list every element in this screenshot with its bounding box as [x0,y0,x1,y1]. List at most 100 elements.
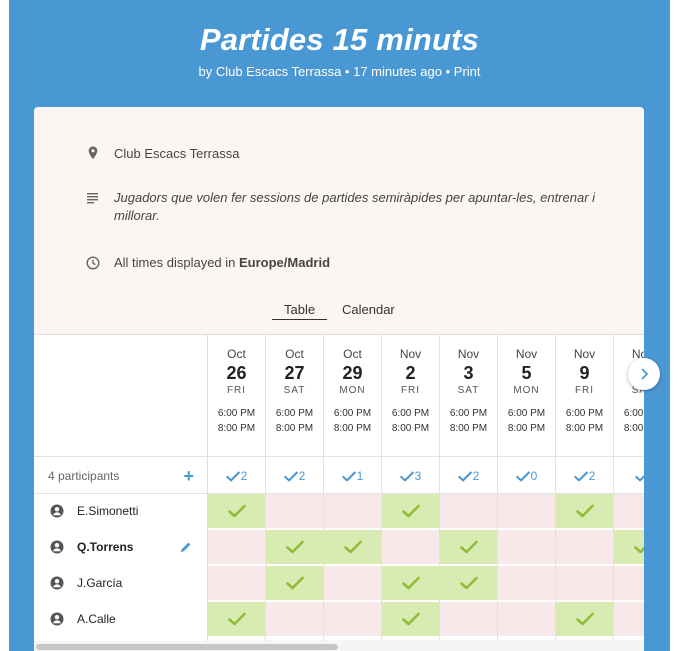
vote-count-value: 0 [530,469,538,483]
date-weekday: MON [513,385,540,396]
location-text: Club Escacs Terrassa [114,146,240,161]
vote-cell-no[interactable] [614,494,644,529]
check-icon [573,471,588,482]
time-range: 6:00 PM 8:00 PM [208,406,265,436]
vote-cell-no[interactable] [556,530,613,565]
start-time: 6:00 PM [507,408,546,419]
vote-cell-yes[interactable] [614,530,644,565]
tab-table[interactable]: Table [272,302,328,320]
vote-cell-yes[interactable] [556,494,613,529]
check-icon [576,504,594,518]
vote-cell-no[interactable] [614,566,644,601]
text-lines-icon [87,193,98,204]
date-month: Nov [457,347,480,361]
pencil-icon[interactable] [180,541,192,553]
vote-cell-yes[interactable] [382,566,439,601]
participant-name: A.Calle [77,612,116,626]
check-icon [634,546,644,554]
user-circle-icon [50,576,64,590]
start-time: 6:00 PM [217,408,256,419]
vote-cell-yes[interactable] [266,530,323,565]
vote-cell-yes[interactable] [556,602,613,637]
end-time: 8:00 PM [623,423,644,434]
end-time: 8:00 PM [217,423,256,434]
date-day: 9 [579,363,590,383]
date-option-column: Oct 27 SAT 6:00 PM 8:00 PM 2 [266,335,324,641]
next-dates-button[interactable] [628,358,660,390]
vote-cell-yes[interactable] [440,566,497,601]
vote-cell-no[interactable] [382,530,439,565]
tab-calendar[interactable]: Calendar [342,302,395,317]
check-icon [576,612,594,626]
participant-row: E.Simonetti [34,494,208,530]
map-pin-icon [88,146,98,160]
vote-cell-no[interactable] [208,566,265,601]
vote-cell-no[interactable] [266,494,323,529]
vote-cell-no[interactable] [324,602,381,637]
byline-separator: • [442,64,454,79]
vote-cell-no[interactable] [498,566,555,601]
date-option-column: Oct 26 FRI 6:00 PM 8:00 PM 2 [208,335,266,641]
vote-count-value: 1 [356,469,364,483]
vote-cell-yes[interactable] [208,602,265,637]
vote-cell-no[interactable] [440,602,497,637]
print-link[interactable]: Print [454,64,481,79]
vote-count: 2 [440,456,497,494]
date-month: Oct [343,347,362,361]
participants-header: 4 participants + [34,456,208,494]
vote-cell-yes[interactable] [382,494,439,529]
organizer-name: Club Escacs Terrassa [215,64,342,79]
vote-cell-no[interactable] [440,494,497,529]
horizontal-scrollbar[interactable] [34,641,644,651]
start-time: 6:00 PM [449,408,488,419]
vote-cell-no[interactable] [498,602,555,637]
vote-cell-yes[interactable] [324,530,381,565]
timezone-text: All times displayed in Europe/Madrid [114,254,330,272]
timezone-value[interactable]: Europe/Madrid [239,255,330,270]
vote-count-value: 2 [240,469,248,483]
check-icon [286,576,304,590]
check-icon [635,475,644,482]
end-time: 8:00 PM [449,423,488,434]
time-range: 6:00 PM 8:00 PM [266,406,323,436]
availability-grid: 4 participants + E.Simonetti Q.Torrens J.G… [34,334,644,641]
vote-cell-no[interactable] [498,494,555,529]
date-month: Oct [285,347,304,361]
check-icon [344,540,362,554]
add-participant-button[interactable]: + [183,457,194,495]
vote-cell-no[interactable] [556,566,613,601]
vote-cell-no[interactable] [614,602,644,637]
start-time: 6:00 PM [275,408,314,419]
vote-count-value: 2 [298,469,306,483]
vote-cell-no[interactable] [266,602,323,637]
date-option-header: Nov 3 SAT 6:00 PM 8:00 PM [440,335,497,456]
date-option-column: Nov 3 SAT 6:00 PM 8:00 PM 2 [440,335,498,641]
scrollbar-thumb[interactable] [36,644,338,650]
participant-count: 4 participants [48,469,120,483]
start-time: 6:00 PM [391,408,430,419]
vote-cell-yes[interactable] [266,566,323,601]
time-range: 6:00 PM 8:00 PM [556,406,613,436]
date-day: 29 [342,363,363,383]
participant-column: 4 participants + E.Simonetti Q.Torrens J.G… [34,335,208,641]
user-circle-icon [50,540,64,554]
vote-cell-no[interactable] [498,530,555,565]
vote-cell-no[interactable] [324,566,381,601]
clock-icon [86,256,100,270]
date-day: 5 [521,363,532,383]
vote-count: 1 [324,456,381,494]
vote-count: 2 [556,456,613,494]
time-range: 6:00 PM 8:00 PM [324,406,381,436]
vote-cell-no[interactable] [324,494,381,529]
end-time: 8:00 PM [391,423,430,434]
vote-cell-yes[interactable] [440,530,497,565]
check-icon [283,471,298,482]
vote-cell-yes[interactable] [208,494,265,529]
end-time: 8:00 PM [333,423,372,434]
check-icon [228,504,246,518]
vote-cell-no[interactable] [208,530,265,565]
date-option-header: Oct 27 SAT 6:00 PM 8:00 PM [266,335,323,456]
date-option-header: Nov10SAT6:00 PM8:00 PM [614,335,644,456]
vote-cell-yes[interactable] [382,602,439,637]
vote-count: 2 [208,456,265,494]
